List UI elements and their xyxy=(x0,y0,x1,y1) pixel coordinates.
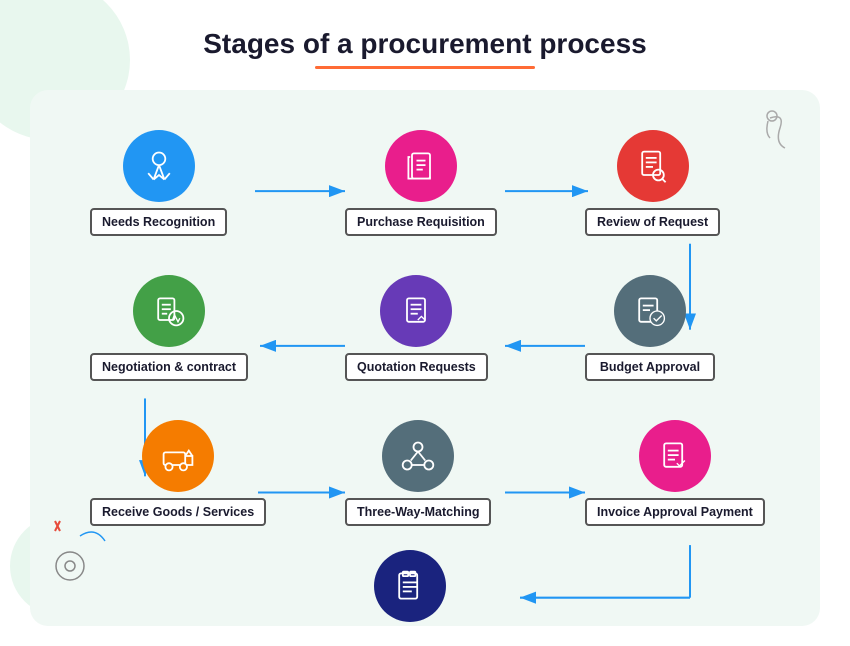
node-label-three-way-matching: Three-Way-Matching xyxy=(345,498,491,526)
node-circle-negotiation-contract xyxy=(133,275,205,347)
node-circle-purchase-requisition xyxy=(385,130,457,202)
node-label-receive-goods: Receive Goods / Services xyxy=(90,498,266,526)
flow-grid: Needs Recognition Purchase Requisition R… xyxy=(30,90,820,626)
node-receive-goods: Receive Goods / Services xyxy=(90,420,266,526)
node-purchase-requisition: Purchase Requisition xyxy=(345,130,497,236)
node-label-invoice-approval: Invoice Approval Payment xyxy=(585,498,765,526)
node-invoice-approval: Invoice Approval Payment xyxy=(585,420,765,526)
node-label-purchase-requisition: Purchase Requisition xyxy=(345,208,497,236)
node-label-budget-approval: Budget Approval xyxy=(585,353,715,381)
node-review-of-request: Review of Request xyxy=(585,130,720,236)
node-circle-budget-approval xyxy=(614,275,686,347)
node-label-needs-recognition: Needs Recognition xyxy=(90,208,227,236)
node-circle-record-keeping xyxy=(374,550,446,622)
node-circle-invoice-approval xyxy=(639,420,711,492)
node-label-negotiation-contract: Negotiation & contract xyxy=(90,353,248,381)
node-needs-recognition: Needs Recognition xyxy=(90,130,227,236)
node-three-way-matching: Three-Way-Matching xyxy=(345,420,491,526)
node-circle-three-way-matching xyxy=(382,420,454,492)
node-circle-receive-goods xyxy=(142,420,214,492)
node-label-quotation-requests: Quotation Requests xyxy=(345,353,488,381)
node-record-keeping: Record Keeping xyxy=(345,550,475,626)
node-circle-review-of-request xyxy=(617,130,689,202)
page-title: Stages of a procurement process xyxy=(0,0,850,60)
diagram-container: Needs Recognition Purchase Requisition R… xyxy=(30,90,820,626)
node-circle-needs-recognition xyxy=(123,130,195,202)
node-budget-approval: Budget Approval xyxy=(585,275,715,381)
node-negotiation-contract: Negotiation & contract xyxy=(90,275,248,381)
title-underline xyxy=(315,66,535,69)
node-circle-quotation-requests xyxy=(380,275,452,347)
node-label-review-of-request: Review of Request xyxy=(585,208,720,236)
node-quotation-requests: Quotation Requests xyxy=(345,275,488,381)
